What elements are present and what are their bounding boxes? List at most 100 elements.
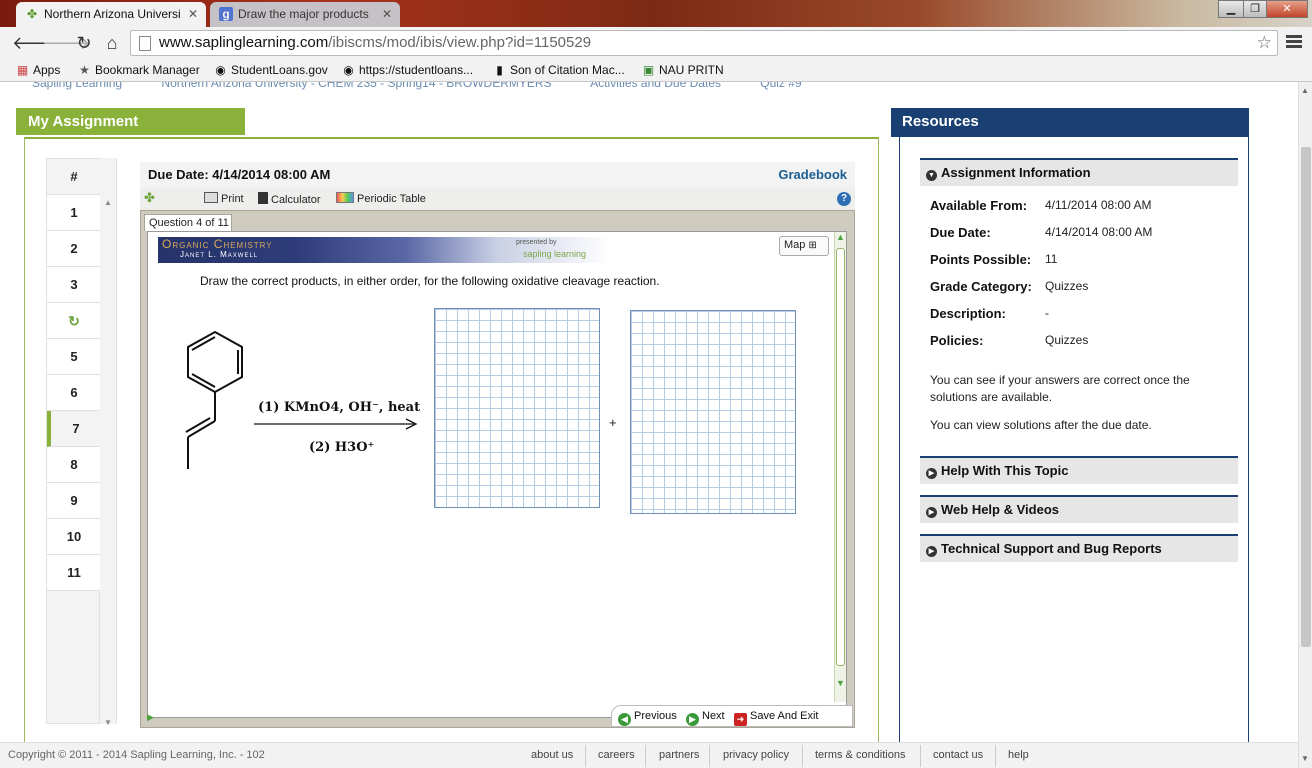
bookmark-apps[interactable]: ▦ Apps [16,63,61,77]
previous-button[interactable]: ◀ Previous [618,710,677,726]
next-label: Next [702,710,725,722]
question-nav-item[interactable]: 11 [47,555,101,591]
next-button[interactable]: ▶ Next [686,710,725,726]
gradebook-link[interactable]: Gradebook [778,167,847,182]
close-window-button[interactable]: ✕ [1266,0,1308,18]
bookmark-star-icon[interactable]: ☆ [1257,33,1272,53]
page-icon [139,36,151,51]
map-button[interactable]: Map ⊞ [779,236,829,256]
question-nav-item[interactable]: 6 [47,375,101,411]
periodic-table-label: Periodic Table [357,193,426,205]
footer-link-partners[interactable]: partners [659,749,699,761]
breadcrumb-item[interactable]: Sapling Learning [32,82,122,90]
back-arrow-icon[interactable]: 🡐 [12,31,60,55]
assignment-information-section[interactable]: ▼ Assignment Information [920,158,1238,186]
question-nav-item[interactable]: ↻ [47,303,101,339]
bookmark-label: Apps [33,63,61,77]
scroll-thumb[interactable] [836,248,845,666]
calculator-button[interactable]: Calculator [258,192,321,206]
bookmark-nau-pritn[interactable]: ▣ NAU PRITN [642,63,724,77]
previous-arrow-icon: ◀ [618,713,631,726]
question-nav-item-current[interactable]: 7 [47,411,101,447]
map-icon: ⊞ [808,240,817,251]
reaction-arrow [254,418,418,430]
info-label: Points Possible: [930,252,1032,267]
help-icon[interactable]: ? [837,192,851,206]
close-tab-icon[interactable]: ✕ [188,7,198,21]
expand-icon: ▶ [926,468,937,479]
resources-header: Resources [891,108,1249,137]
drawing-canvas-2[interactable] [630,310,796,514]
footer-link-terms[interactable]: terms & conditions [815,749,905,761]
help-with-topic-section[interactable]: ▶ Help With This Topic [920,456,1238,484]
info-value: 4/14/2014 08:00 AM [1045,225,1153,239]
tab-title: Northern Arizona Universi [44,7,181,21]
printer-icon: ▣ [642,63,655,77]
question-scrollbar[interactable]: ▲ ▼ [834,232,846,702]
browser-tab-active[interactable]: ✤ Northern Arizona Universi ✕ [16,2,206,27]
reload-icon[interactable]: ↻ [72,31,96,55]
tab-title: Draw the major products [238,7,369,21]
bookmark-studentloans[interactable]: ◉ StudentLoans.gov [214,63,328,77]
question-nav-item[interactable]: 3 [47,267,101,303]
question-frame: Question 4 of 11 Organic Chemistry Janet… [140,210,855,728]
question-navigation: ◀ Previous ▶ Next ➜ Save And Exit [611,705,853,727]
question-toolbar: ✤ Print Calculator Periodic Table ? [140,188,855,210]
browser-menu-icon[interactable] [1286,33,1302,50]
web-help-videos-section[interactable]: ▶ Web Help & Videos [920,495,1238,523]
footer-link-privacy[interactable]: privacy policy [723,749,789,761]
drawing-canvas-1[interactable] [434,308,600,508]
question-nav-item[interactable]: 8 [47,447,101,483]
scroll-thumb[interactable] [1301,147,1311,647]
info-label: Description: [930,306,1006,321]
periodic-table-button[interactable]: Periodic Table [336,192,426,205]
print-button[interactable]: Print [204,192,244,205]
technical-support-section[interactable]: ▶ Technical Support and Bug Reports [920,534,1238,562]
reagent-step-2: (2) H3O⁺ [309,440,375,455]
footer-link-help[interactable]: help [1008,749,1029,761]
footer-divider [995,745,996,767]
scroll-up-arrow-icon[interactable]: ▲ [104,198,112,207]
browser-tab[interactable]: g Draw the major products ✕ [210,2,400,27]
scroll-up-arrow-icon[interactable]: ▲ [1301,86,1309,95]
save-and-exit-button[interactable]: ➜ Save And Exit [734,710,819,726]
home-icon[interactable]: ⌂ [100,31,124,55]
scroll-down-arrow-icon[interactable]: ▼ [1301,754,1309,763]
scroll-down-arrow-icon[interactable]: ▼ [836,678,845,688]
breadcrumb-item[interactable]: Northern Arizona University - CHEM 235 -… [161,82,551,90]
scroll-down-arrow-icon[interactable]: ▼ [104,718,112,727]
question-nav-item[interactable]: 9 [47,483,101,519]
exit-door-icon: ➜ [734,713,747,726]
bookmark-citation-machine[interactable]: ▮ Son of Citation Mac... [493,63,625,77]
bookmark-manager[interactable]: ★ Bookmark Manager [78,63,200,77]
breadcrumb: Sapling Learning Northern Arizona Univer… [32,82,838,90]
answer-availability-note: You can see if your answers are correct … [930,373,1190,404]
scroll-up-arrow-icon[interactable]: ▲ [836,232,845,242]
forward-arrow-icon[interactable]: 🡒 [42,31,90,55]
question-nav-item[interactable]: 1 [47,195,101,231]
bookmark-studentloans-https[interactable]: ◉ https://studentloans... [342,63,473,77]
footer-link-careers[interactable]: careers [598,749,635,761]
breadcrumb-item[interactable]: Quiz #9 [760,82,801,90]
printer-icon [204,192,218,203]
maximize-window-button[interactable]: ❐ [1243,0,1267,18]
banner-brand: sapling learning [523,249,587,259]
question-nav-item[interactable]: 5 [47,339,101,375]
sapling-leaf-icon: ✤ [144,190,155,205]
page-scrollbar[interactable]: ▲ ▼ [1298,82,1312,768]
footer-link-contact[interactable]: contact us [933,749,983,761]
close-tab-icon[interactable]: ✕ [382,7,392,21]
address-bar[interactable]: www.saplinglearning.com/ibiscms/mod/ibis… [130,30,1278,56]
question-nav-item[interactable]: 10 [47,519,101,555]
apps-grid-icon: ▦ [16,63,29,77]
question-nav-item[interactable]: 2 [47,231,101,267]
question-navigator-scrollbar[interactable]: ▲ ▼ [100,158,117,727]
minimize-window-button[interactable]: ▁ [1218,0,1244,18]
expand-icon: ▶ [926,507,937,518]
info-value: Quizzes [1045,333,1089,347]
info-value: - [1045,306,1049,320]
section-title: Assignment Information [941,165,1091,180]
footer-link-about[interactable]: about us [531,749,573,761]
breadcrumb-item[interactable]: Activities and Due Dates [590,82,721,90]
expand-arrow-icon[interactable]: ▶ [147,712,154,723]
